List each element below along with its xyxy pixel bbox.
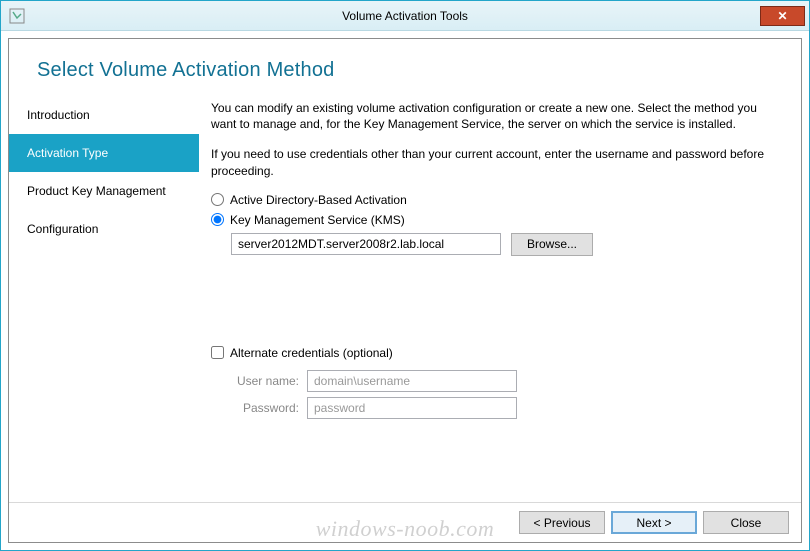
close-button[interactable]: ✕ bbox=[760, 6, 805, 26]
window-frame: Volume Activation Tools ✕ Select Volume … bbox=[0, 0, 810, 551]
radio-kms[interactable] bbox=[211, 213, 224, 226]
wizard-footer: < Previous Next > Close bbox=[9, 502, 801, 542]
password-label: Password: bbox=[217, 401, 299, 415]
username-label: User name: bbox=[217, 374, 299, 388]
username-row: User name: bbox=[217, 370, 779, 392]
browse-button[interactable]: Browse... bbox=[511, 233, 593, 256]
nav-item-product-key-management[interactable]: Product Key Management bbox=[9, 172, 199, 210]
nav-item-label: Product Key Management bbox=[27, 184, 166, 198]
wizard-panel: Select Volume Activation Method Introduc… bbox=[8, 38, 802, 543]
alt-cred-check-row: Alternate credentials (optional) bbox=[211, 346, 779, 360]
kms-server-input[interactable] bbox=[231, 233, 501, 255]
nav-item-configuration[interactable]: Configuration bbox=[9, 210, 199, 248]
window-title: Volume Activation Tools bbox=[1, 9, 809, 23]
previous-button[interactable]: < Previous bbox=[519, 511, 605, 534]
close-wizard-button[interactable]: Close bbox=[703, 511, 789, 534]
radio-row-adba: Active Directory-Based Activation bbox=[211, 193, 779, 207]
nav-item-label: Introduction bbox=[27, 108, 90, 122]
password-field[interactable] bbox=[307, 397, 517, 419]
titlebar: Volume Activation Tools ✕ bbox=[1, 1, 809, 31]
app-icon bbox=[9, 8, 25, 24]
nav-item-label: Activation Type bbox=[27, 146, 108, 160]
nav-item-activation-type[interactable]: Activation Type bbox=[9, 134, 199, 172]
radio-adba[interactable] bbox=[211, 193, 224, 206]
page-title: Select Volume Activation Method bbox=[37, 59, 801, 82]
intro-paragraph-2: If you need to use credentials other tha… bbox=[211, 146, 779, 178]
page-header: Select Volume Activation Method bbox=[9, 39, 801, 90]
alt-credentials-block: Alternate credentials (optional) User na… bbox=[211, 346, 779, 419]
close-icon: ✕ bbox=[777, 9, 787, 23]
nav-item-introduction[interactable]: Introduction bbox=[9, 96, 199, 134]
next-button[interactable]: Next > bbox=[611, 511, 697, 534]
username-field[interactable] bbox=[307, 370, 517, 392]
password-row: Password: bbox=[217, 397, 779, 419]
nav-item-label: Configuration bbox=[27, 222, 98, 236]
radio-kms-label: Key Management Service (KMS) bbox=[230, 213, 405, 227]
radio-row-kms: Key Management Service (KMS) bbox=[211, 213, 779, 227]
kms-server-row: Browse... bbox=[231, 233, 779, 256]
intro-paragraph-1: You can modify an existing volume activa… bbox=[211, 100, 779, 132]
wizard-body: Introduction Activation Type Product Key… bbox=[9, 90, 801, 502]
nav-sidebar: Introduction Activation Type Product Key… bbox=[9, 90, 199, 502]
alt-cred-checkbox[interactable] bbox=[211, 346, 224, 359]
alt-cred-label: Alternate credentials (optional) bbox=[230, 346, 393, 360]
content-pane: You can modify an existing volume activa… bbox=[199, 90, 801, 502]
radio-adba-label: Active Directory-Based Activation bbox=[230, 193, 407, 207]
